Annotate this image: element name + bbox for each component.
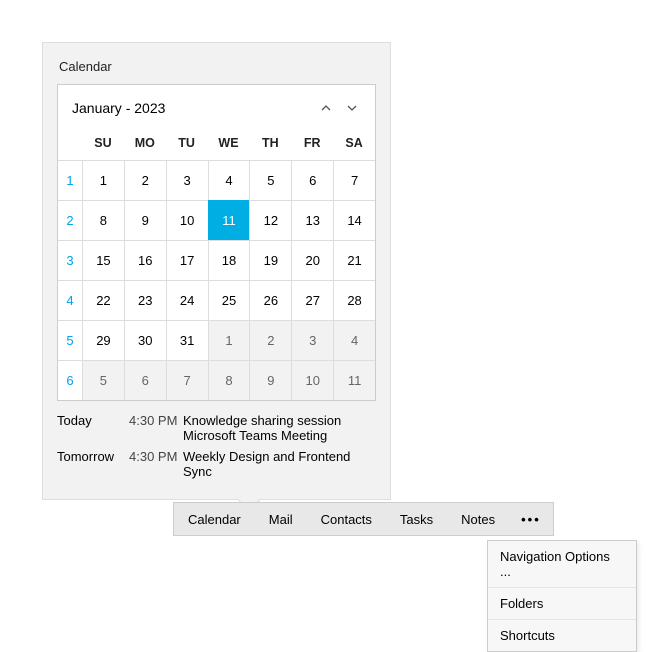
day-of-week-header: TH [249,128,291,160]
day-cell[interactable]: 5 [82,360,124,400]
day-of-week-header: FR [291,128,333,160]
day-cell[interactable]: 14 [333,200,375,240]
day-cell[interactable]: 31 [166,320,208,360]
event-row: Tomorrow4:30 PMWeekly Design and Fronten… [57,449,376,479]
day-of-week-header: SA [333,128,375,160]
event-row: Today4:30 PMKnowledge sharing sessionMic… [57,413,376,443]
day-cell[interactable]: 8 [208,360,250,400]
menu-item[interactable]: Shortcuts [488,620,636,651]
nav-item-mail[interactable]: Mail [255,503,307,535]
day-cell[interactable]: 8 [82,200,124,240]
day-cell[interactable]: 9 [124,200,166,240]
day-cell[interactable]: 25 [208,280,250,320]
week-number[interactable]: 1 [58,160,82,200]
day-cell[interactable]: 20 [291,240,333,280]
day-cell[interactable]: 23 [124,280,166,320]
panel-title: Calendar [57,57,376,76]
day-cell[interactable]: 18 [208,240,250,280]
calendar-frame: January - 2023 SUMOTUWETHFRSA11234567289… [57,84,376,401]
nav-item-notes[interactable]: Notes [447,503,509,535]
menu-item[interactable]: Navigation Options ... [488,541,636,588]
day-of-week-header: MO [124,128,166,160]
day-of-week-header: SU [82,128,124,160]
event-title[interactable]: Weekly Design and Frontend Sync [183,449,376,479]
event-time: 4:30 PM [129,449,183,464]
day-cell[interactable]: 17 [166,240,208,280]
menu-item[interactable]: Folders [488,588,636,620]
day-cell[interactable]: 1 [208,320,250,360]
day-cell[interactable]: 12 [249,200,291,240]
day-cell[interactable]: 3 [166,160,208,200]
day-cell[interactable]: 10 [166,200,208,240]
event-subtitle: Microsoft Teams Meeting [183,428,376,443]
day-cell[interactable]: 16 [124,240,166,280]
day-of-week-header: WE [208,128,250,160]
day-cell[interactable]: 5 [249,160,291,200]
day-cell[interactable]: 26 [249,280,291,320]
day-cell[interactable]: 30 [124,320,166,360]
day-cell[interactable]: 11 [208,200,250,240]
navigation-bar: CalendarMailContactsTasksNotes••• [173,502,554,536]
calendar-header: January - 2023 [58,85,375,127]
week-number[interactable]: 6 [58,360,82,400]
day-cell[interactable]: 11 [333,360,375,400]
day-cell[interactable]: 1 [82,160,124,200]
calendar-grid: SUMOTUWETHFRSA11234567289101112131431516… [58,127,375,400]
day-cell[interactable]: 7 [166,360,208,400]
chevron-down-icon [347,101,357,116]
day-cell[interactable]: 19 [249,240,291,280]
event-time: 4:30 PM [129,413,183,428]
day-cell[interactable]: 28 [333,280,375,320]
overflow-menu: Navigation Options ...FoldersShortcuts [487,540,637,652]
week-number[interactable]: 2 [58,200,82,240]
prev-month-button[interactable] [313,95,339,121]
week-number[interactable]: 4 [58,280,82,320]
day-cell[interactable]: 29 [82,320,124,360]
nav-item-tasks[interactable]: Tasks [386,503,447,535]
chevron-up-icon [321,101,331,116]
day-cell[interactable]: 2 [249,320,291,360]
next-month-button[interactable] [339,95,365,121]
event-title[interactable]: Knowledge sharing sessionMicrosoft Teams… [183,413,376,443]
nav-overflow-button[interactable]: ••• [509,503,553,535]
upcoming-events: Today4:30 PMKnowledge sharing sessionMic… [57,413,376,479]
event-day-label: Today [57,413,129,428]
event-day-label: Tomorrow [57,449,129,464]
day-cell[interactable]: 7 [333,160,375,200]
nav-item-calendar[interactable]: Calendar [174,503,255,535]
week-number[interactable]: 5 [58,320,82,360]
day-of-week-header: TU [166,128,208,160]
day-cell[interactable]: 2 [124,160,166,200]
day-cell[interactable]: 3 [291,320,333,360]
day-cell[interactable]: 24 [166,280,208,320]
day-cell[interactable]: 4 [333,320,375,360]
calendar-panel: Calendar January - 2023 SUMOTUWETHFRSA11… [42,42,391,500]
month-year-label[interactable]: January - 2023 [72,100,313,116]
week-number[interactable]: 3 [58,240,82,280]
day-cell[interactable]: 6 [124,360,166,400]
day-cell[interactable]: 15 [82,240,124,280]
day-cell[interactable]: 10 [291,360,333,400]
day-cell[interactable]: 13 [291,200,333,240]
day-cell[interactable]: 6 [291,160,333,200]
day-cell[interactable]: 4 [208,160,250,200]
day-cell[interactable]: 27 [291,280,333,320]
day-cell[interactable]: 9 [249,360,291,400]
day-cell[interactable]: 22 [82,280,124,320]
day-cell[interactable]: 21 [333,240,375,280]
nav-item-contacts[interactable]: Contacts [307,503,386,535]
